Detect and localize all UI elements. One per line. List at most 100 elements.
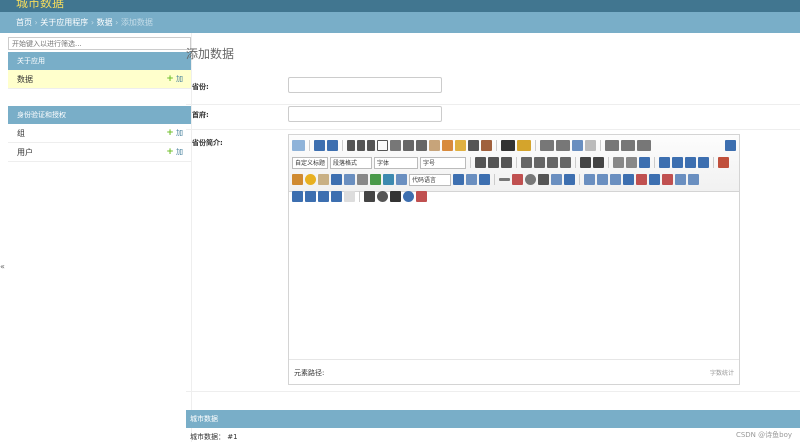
insert-table-icon[interactable]	[584, 174, 595, 185]
superscript-icon[interactable]	[403, 140, 414, 151]
strikethrough-icon[interactable]	[390, 140, 401, 151]
merge-right-icon[interactable]	[688, 174, 699, 185]
merge-cells-icon[interactable]	[675, 174, 686, 185]
backcolor-icon[interactable]	[517, 140, 531, 151]
insert-video-icon[interactable]	[331, 174, 342, 185]
unordered-list-icon[interactable]	[556, 140, 570, 151]
image-center-icon[interactable]	[698, 157, 709, 168]
fullscreen-icon[interactable]	[725, 140, 736, 151]
merge-down-icon[interactable]	[292, 191, 303, 202]
ordered-list-icon[interactable]	[540, 140, 554, 151]
pasteplain-icon[interactable]	[481, 140, 492, 151]
charts-icon[interactable]	[344, 191, 355, 202]
blockquote-icon[interactable]	[468, 140, 479, 151]
format-match-icon[interactable]	[442, 140, 453, 151]
link-icon[interactable]	[613, 157, 624, 168]
music-icon[interactable]	[344, 174, 355, 185]
bold-icon[interactable]	[347, 140, 355, 151]
underline-icon[interactable]	[367, 140, 375, 151]
ltr-icon[interactable]	[475, 157, 486, 168]
indent-icon[interactable]	[501, 157, 512, 168]
font-size-select[interactable]: 字号	[420, 156, 466, 169]
add-data-link[interactable]: + 加	[166, 74, 183, 84]
redo-icon[interactable]	[327, 140, 338, 151]
select-all-icon[interactable]	[572, 140, 583, 151]
delete-col-icon[interactable]	[662, 174, 673, 185]
sidebar-item-label[interactable]: 组	[17, 129, 25, 138]
emotion-icon[interactable]	[305, 174, 316, 185]
insert-col-icon[interactable]	[649, 174, 660, 185]
page-break-icon[interactable]	[453, 174, 464, 185]
line-height-icon[interactable]	[637, 140, 651, 151]
sidebar-item-label[interactable]: 用户	[17, 148, 33, 157]
undo-icon[interactable]	[314, 140, 325, 151]
anchor-icon[interactable]	[639, 157, 650, 168]
autotypeset-icon[interactable]	[455, 140, 466, 151]
insert-row-icon[interactable]	[623, 174, 634, 185]
split-cells-icon[interactable]	[305, 191, 316, 202]
touppercase-icon[interactable]	[580, 157, 591, 168]
subscript-icon[interactable]	[416, 140, 427, 151]
split-cols-icon[interactable]	[331, 191, 342, 202]
date-icon[interactable]	[512, 174, 523, 185]
simple-upload-icon[interactable]	[718, 157, 729, 168]
capital-input[interactable]	[288, 106, 442, 122]
forecolor-icon[interactable]	[501, 140, 515, 151]
italic-icon[interactable]	[357, 140, 365, 151]
background-icon[interactable]	[479, 174, 490, 185]
sidebar-toggle[interactable]: «	[0, 262, 5, 271]
image-left-icon[interactable]	[672, 157, 683, 168]
insert-paragraph-before-table-icon[interactable]	[610, 174, 621, 185]
special-chars-icon[interactable]	[538, 174, 549, 185]
code-language-select[interactable]: 代码语言	[409, 173, 451, 186]
breadcrumb-model[interactable]: 数据	[97, 18, 113, 27]
province-input[interactable]	[288, 77, 442, 93]
breadcrumb-home[interactable]: 首页	[16, 18, 32, 27]
delete-row-icon[interactable]	[636, 174, 647, 185]
insert-image-icon[interactable]	[292, 174, 303, 185]
sidebar-item-label[interactable]: 数据	[17, 75, 33, 84]
delete-table-icon[interactable]	[597, 174, 608, 185]
print-icon[interactable]	[364, 191, 375, 202]
add-user-link[interactable]: + 加	[166, 147, 183, 157]
site-title[interactable]: 城市数据	[16, 0, 64, 11]
time-icon[interactable]	[525, 174, 536, 185]
tolowercase-icon[interactable]	[593, 157, 604, 168]
nav-filter-input[interactable]	[8, 37, 191, 50]
rtl-icon[interactable]	[488, 157, 499, 168]
sidebar-item-data[interactable]: 数据 + 加	[8, 70, 191, 89]
justify-icon[interactable]	[560, 157, 571, 168]
split-rows-icon[interactable]	[318, 191, 329, 202]
editor-body[interactable]	[289, 192, 739, 359]
wordimage-icon[interactable]	[551, 174, 562, 185]
preview-icon[interactable]	[377, 191, 388, 202]
map-icon[interactable]	[370, 174, 381, 185]
gmap-icon[interactable]	[383, 174, 394, 185]
align-right-icon[interactable]	[547, 157, 558, 168]
image-none-icon[interactable]	[659, 157, 670, 168]
template-icon[interactable]	[466, 174, 477, 185]
image-right-icon[interactable]	[685, 157, 696, 168]
row-spacing-top-icon[interactable]	[605, 140, 619, 151]
breadcrumb-app[interactable]: 关于应用程序	[40, 18, 88, 27]
align-center-icon[interactable]	[534, 157, 545, 168]
add-group-link[interactable]: + 加	[166, 128, 183, 138]
module-caption[interactable]: 关于应用	[8, 52, 191, 70]
font-family-select[interactable]: 字体	[374, 156, 418, 169]
drafts-icon[interactable]	[416, 191, 427, 202]
align-left-icon[interactable]	[521, 157, 532, 168]
module-caption[interactable]: 身份验证和授权	[8, 106, 191, 124]
unlink-icon[interactable]	[626, 157, 637, 168]
searchreplace-binoculars-icon[interactable]	[390, 191, 401, 202]
attachment-icon[interactable]	[357, 174, 368, 185]
paragraph-select[interactable]: 段落格式	[330, 156, 372, 169]
row-spacing-bottom-icon[interactable]	[621, 140, 635, 151]
eraser-icon[interactable]	[429, 140, 440, 151]
sidebar-item-users[interactable]: 用户 + 加	[8, 143, 191, 162]
scrawl-icon[interactable]	[318, 174, 329, 185]
help-icon[interactable]	[403, 191, 414, 202]
font-border-icon[interactable]	[377, 140, 388, 151]
horizontal-rule-icon[interactable]	[499, 178, 510, 181]
source-icon[interactable]	[292, 140, 305, 151]
custom-style-select[interactable]: 自定义标题	[292, 156, 328, 169]
